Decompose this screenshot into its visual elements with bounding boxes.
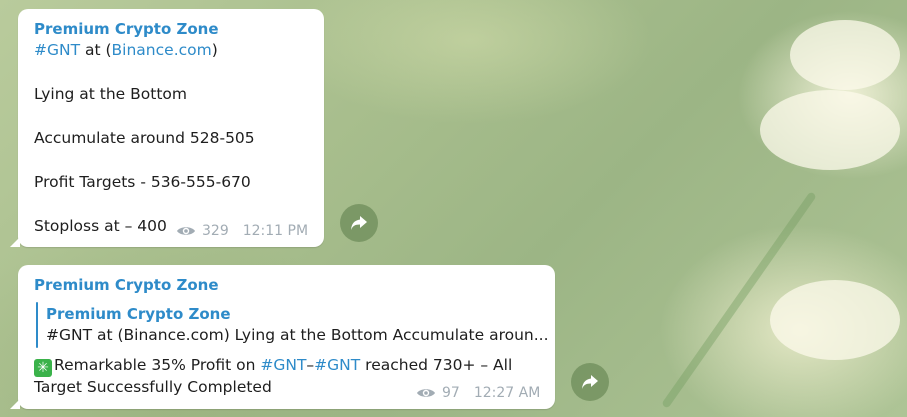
hashtag-link[interactable]: #GNT <box>314 356 360 374</box>
eye-icon <box>177 227 195 235</box>
message-meta: 329 12:11 PM <box>176 223 308 239</box>
eye-icon <box>417 389 435 397</box>
message-text-line: Accumulate around 528-505 <box>34 129 255 147</box>
hashtag-link[interactable]: #GNT <box>260 356 306 374</box>
sparkle-check-emoji: ✳ <box>34 359 52 377</box>
forwarded-author[interactable]: Premium Crypto Zone <box>46 305 231 323</box>
message-text-line: ✳ Remarkable 35% Profit on #GNT–#GNT reac… <box>34 356 512 377</box>
forwarded-preview-text[interactable]: #GNT at (Binance.com) Lying at the Botto… <box>46 326 549 344</box>
message-text-line: Profit Targets - 536-555-670 <box>34 173 251 191</box>
background-petal <box>760 90 900 170</box>
text-fragment: reached 730+ – All <box>360 356 513 374</box>
text-fragment: Remarkable 35% Profit on <box>54 356 261 374</box>
share-button[interactable] <box>571 363 609 401</box>
message-time: 12:11 PM <box>242 223 309 239</box>
views-count: 329 <box>202 223 229 239</box>
views-count: 97 <box>442 385 460 401</box>
message-author[interactable]: Premium Crypto Zone <box>34 276 219 294</box>
binance-link[interactable]: Binance.com <box>112 41 212 59</box>
message-bubble[interactable]: Premium Crypto Zone Premium Crypto Zone … <box>10 265 555 409</box>
message-text-line: Target Successfully Completed <box>34 378 272 396</box>
hashtag-link[interactable]: #GNT <box>34 41 80 59</box>
text-fragment: at ( <box>80 41 112 59</box>
message-time: 12:27 AM <box>473 385 541 401</box>
background-petal <box>790 20 900 90</box>
background-petal <box>770 280 900 360</box>
share-arrow-icon <box>582 375 598 389</box>
message-bubble[interactable]: Premium Crypto Zone #GNT at (Binance.com… <box>10 9 324 247</box>
text-fragment: – <box>306 356 315 374</box>
bubble-tail <box>10 237 20 247</box>
share-button[interactable] <box>340 204 378 242</box>
message-meta: 97 12:27 AM <box>416 385 540 401</box>
share-arrow-icon <box>351 216 367 230</box>
message-text-line: Lying at the Bottom <box>34 85 188 103</box>
forward-quote-bar <box>36 302 38 348</box>
text-fragment: ) <box>211 41 218 59</box>
message-text-line: Stoploss at – 400 <box>34 217 167 235</box>
message-text-line: #GNT at (Binance.com) <box>34 41 218 59</box>
message-author[interactable]: Premium Crypto Zone <box>34 20 219 38</box>
bubble-tail <box>10 399 20 409</box>
